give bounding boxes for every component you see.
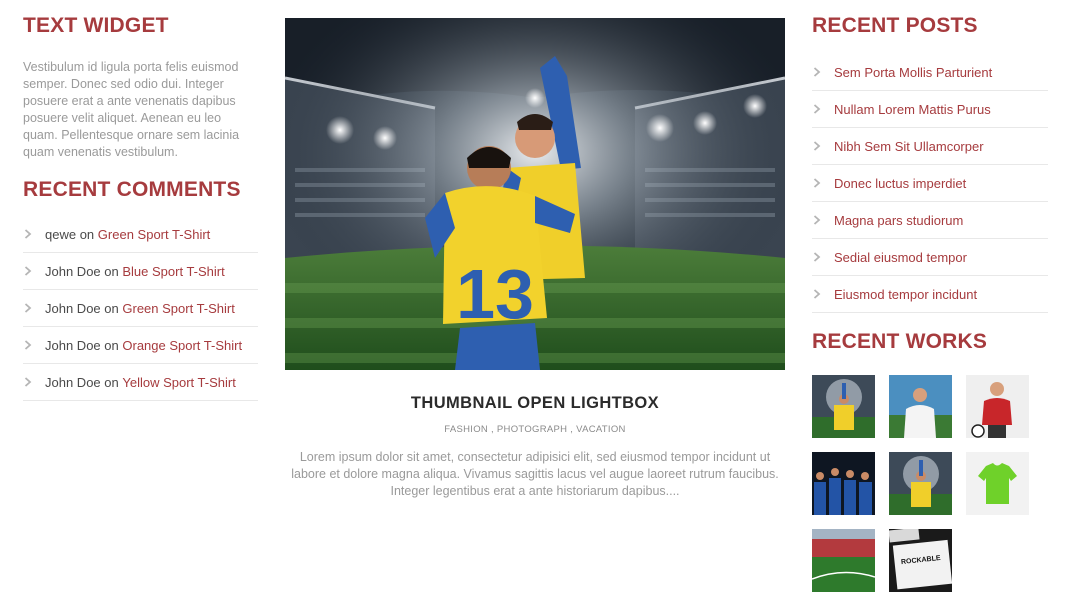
- comment-author: John Doe: [45, 263, 101, 279]
- chevron-right-icon: [812, 104, 834, 114]
- stadium-pitch-thumb[interactable]: [812, 529, 875, 592]
- tag-fashion[interactable]: FASHION: [444, 424, 488, 435]
- recent-post-link[interactable]: Nullam Lorem Mattis Purus: [834, 102, 991, 117]
- comment-post-link[interactable]: Green Sport T-Shirt: [98, 227, 210, 242]
- comment-post-link[interactable]: Green Sport T-Shirt: [122, 301, 234, 316]
- chevron-right-icon: [812, 252, 834, 262]
- comment-item: John Doe on Green Sport T-Shirt: [23, 290, 258, 327]
- jersey-number: 13: [456, 255, 534, 333]
- recent-comments-list: qewe on Green Sport T-Shirt John Doe on …: [23, 216, 258, 401]
- recent-posts-list: Sem Porta Mollis Parturient Nullam Lorem…: [812, 54, 1048, 313]
- tag-separator: ,: [567, 424, 577, 435]
- recent-post-link[interactable]: Nibh Sem Sit Ullamcorper: [834, 139, 984, 154]
- recent-works-grid: ROCKABLE: [812, 375, 1048, 592]
- chevron-right-icon: [812, 67, 834, 77]
- text-widget-title: TEXT WIDGET: [23, 14, 169, 37]
- players-celebrating-thumb-2[interactable]: [889, 452, 952, 515]
- chevron-right-icon: [812, 178, 834, 188]
- recent-post-item: Eiusmod tempor incidunt: [812, 276, 1048, 313]
- tag-photograph[interactable]: PHOTOGRAPH: [497, 424, 567, 435]
- recent-post-link[interactable]: Magna pars studiorum: [834, 213, 963, 228]
- comment-item: qewe on Green Sport T-Shirt: [23, 216, 258, 253]
- post-title[interactable]: THUMBNAIL OPEN LIGHTBOX: [285, 394, 785, 413]
- recent-post-link[interactable]: Sem Porta Mollis Parturient: [834, 65, 992, 80]
- recent-comments-title: RECENT COMMENTS: [23, 178, 241, 201]
- recent-post-item: Sedial eiusmod tempor: [812, 239, 1048, 276]
- main-post: 13 THUMBNAIL OPEN LIGHTBOX FASHION , PHO…: [285, 18, 785, 500]
- recent-post-item: Nibh Sem Sit Ullamcorper: [812, 128, 1048, 165]
- comment-post-link[interactable]: Orange Sport T-Shirt: [122, 338, 242, 353]
- hero-illustration: 13: [285, 18, 785, 370]
- chevron-right-icon: [23, 377, 45, 387]
- recent-post-link[interactable]: Eiusmod tempor incidunt: [834, 287, 977, 302]
- player-red-shirt-ball-thumb[interactable]: [966, 375, 1029, 438]
- post-tags: FASHION , PHOTOGRAPH , VACATION: [285, 424, 785, 435]
- post-excerpt: Lorem ipsum dolor sit amet, consectetur …: [291, 450, 779, 498]
- chevron-right-icon: [23, 266, 45, 276]
- rockable-mockup-thumb[interactable]: ROCKABLE: [889, 529, 952, 592]
- chevron-right-icon: [23, 229, 45, 239]
- text-widget-body: Vestibulum id ligula porta felis euismod…: [23, 60, 240, 159]
- recent-post-link[interactable]: Donec luctus imperdiet: [834, 176, 966, 191]
- comment-item: John Doe on Blue Sport T-Shirt: [23, 253, 258, 290]
- recent-post-item: Sem Porta Mollis Parturient: [812, 54, 1048, 91]
- chevron-right-icon: [812, 289, 834, 299]
- comment-on: on: [104, 374, 119, 390]
- chevron-right-icon: [23, 340, 45, 350]
- comment-item: John Doe on Orange Sport T-Shirt: [23, 327, 258, 364]
- recent-post-item: Nullam Lorem Mattis Purus: [812, 91, 1048, 128]
- recent-post-link[interactable]: Sedial eiusmod tempor: [834, 250, 967, 265]
- players-celebrating-thumb[interactable]: [812, 375, 875, 438]
- comment-author: John Doe: [45, 300, 101, 316]
- recent-post-item: Magna pars studiorum: [812, 202, 1048, 239]
- comment-post-link[interactable]: Yellow Sport T-Shirt: [122, 375, 235, 390]
- recent-posts-title: RECENT POSTS: [812, 14, 978, 37]
- tag-vacation[interactable]: VACATION: [576, 424, 626, 435]
- comment-on: on: [79, 226, 95, 242]
- chevron-right-icon: [23, 303, 45, 313]
- right-sidebar: RECENT POSTS Sem Porta Mollis Parturient…: [812, 14, 1048, 592]
- football-players-celebrating-image[interactable]: 13: [285, 18, 785, 370]
- chevron-right-icon: [812, 215, 834, 225]
- comment-post-link[interactable]: Blue Sport T-Shirt: [122, 264, 224, 279]
- player-white-shirt-thumb[interactable]: [889, 375, 952, 438]
- left-sidebar: TEXT WIDGET Vestibulum id ligula porta f…: [23, 14, 258, 401]
- recent-works-title: RECENT WORKS: [812, 330, 988, 353]
- tag-separator: ,: [488, 424, 497, 435]
- comment-on: on: [104, 337, 119, 353]
- comment-on: on: [104, 300, 119, 316]
- team-blue-lineup-thumb[interactable]: [812, 452, 875, 515]
- comment-author: John Doe: [45, 374, 101, 390]
- green-tshirt-thumb[interactable]: [966, 452, 1029, 515]
- comment-author: John Doe: [45, 337, 101, 353]
- chevron-right-icon: [812, 141, 834, 151]
- recent-post-item: Donec luctus imperdiet: [812, 165, 1048, 202]
- comment-item: John Doe on Yellow Sport T-Shirt: [23, 364, 258, 401]
- comment-on: on: [104, 263, 119, 279]
- comment-author: qewe: [45, 226, 77, 242]
